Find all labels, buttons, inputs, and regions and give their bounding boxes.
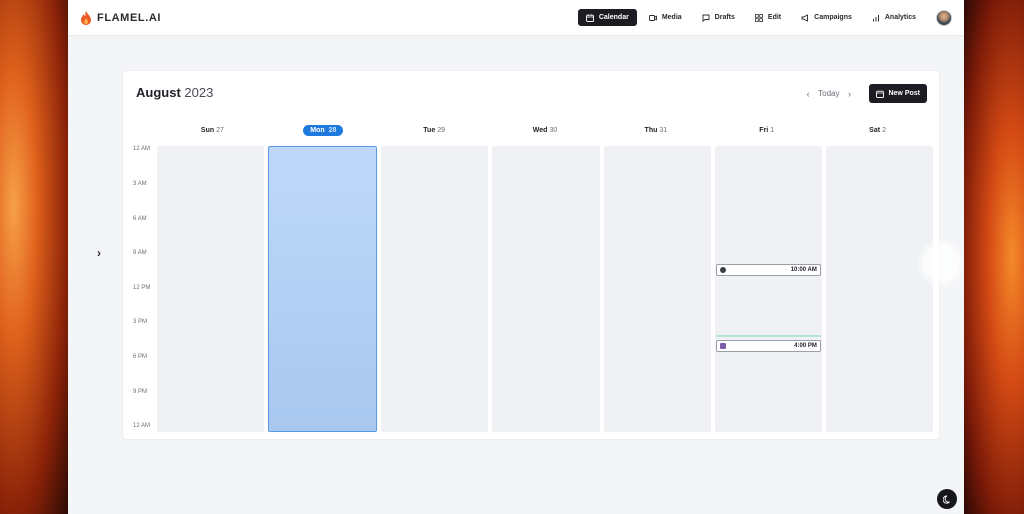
nav-calendar[interactable]: Calendar — [577, 9, 637, 26]
time-label: 12 PM — [133, 285, 151, 291]
day-name: Fri — [759, 126, 769, 134]
day-header-sun[interactable]: Sun 27 — [157, 123, 268, 137]
time-axis: 12 AM 3 AM 6 AM 9 AM 12 PM 3 PM 6 PM 9 P… — [123, 146, 157, 432]
day-date: 1 — [770, 126, 775, 134]
day-date: 2 — [882, 126, 886, 134]
top-nav: FLAMEL.AI Calendar Media Drafts Edit Cam… — [68, 0, 964, 36]
day-name: Tue — [423, 126, 436, 134]
nav-campaigns-label: Campaigns — [814, 14, 852, 21]
event-chip[interactable]: 10:00 AM — [715, 264, 821, 276]
day-name: Mon — [310, 126, 325, 134]
chevron-left-icon[interactable]: ‹ — [804, 89, 812, 99]
event-chip[interactable]: 4:00 PM — [715, 340, 821, 352]
time-label: 12 AM — [133, 146, 151, 152]
day-header-mon[interactable]: Mon 28 — [268, 123, 379, 137]
event-divider — [715, 335, 821, 337]
event-time: 10:00 AM — [790, 267, 817, 273]
month-title: August 2023 — [136, 85, 213, 100]
app-window: FLAMEL.AI Calendar Media Drafts Edit Cam… — [68, 0, 964, 514]
time-label: 6 PM — [133, 354, 148, 360]
calendar-icon — [585, 13, 594, 22]
day-column-tue[interactable] — [381, 146, 489, 432]
time-label: 9 AM — [133, 250, 147, 256]
nav-drafts[interactable]: Drafts — [694, 9, 743, 26]
time-label: 6 AM — [133, 216, 147, 222]
day-column-mon[interactable] — [268, 146, 378, 432]
day-header-tue[interactable]: Tue 29 — [379, 123, 490, 137]
avatar[interactable] — [936, 9, 952, 26]
day-name: Sun — [200, 126, 215, 134]
day-name: Thu — [644, 126, 658, 134]
time-label: 9 PM — [133, 389, 148, 395]
month-name: August — [136, 85, 181, 100]
nav-media-label: Media — [661, 14, 682, 21]
moon-icon — [942, 495, 950, 504]
new-post-label: New Post — [888, 90, 920, 97]
nav-edit-label: Edit — [767, 14, 782, 21]
day-name: Wed — [532, 126, 548, 134]
media-icon — [648, 14, 657, 21]
nav-calendar-label: Calendar — [598, 14, 629, 21]
nav-campaigns[interactable]: Campaigns — [793, 9, 860, 26]
calendar-plus-icon — [876, 90, 885, 98]
bar-chart-icon — [872, 14, 879, 21]
day-column-fri[interactable]: 10:00 AM 4:00 PM — [714, 146, 822, 432]
calendar-header: August 2023 ‹ Today › New Post — [123, 71, 939, 117]
day-column-thu[interactable] — [603, 146, 711, 432]
day-header-fri[interactable]: Fri 1 — [711, 123, 822, 137]
nav-media[interactable]: Media — [641, 9, 690, 26]
nav-analytics[interactable]: Analytics — [864, 9, 924, 26]
main-nav: Calendar Media Drafts Edit Campaigns Ana… — [577, 9, 924, 26]
day-column-sun[interactable] — [157, 146, 265, 432]
flame-icon — [81, 10, 91, 25]
wallpaper-left — [0, 0, 68, 514]
day-column-wed[interactable] — [492, 146, 600, 432]
brand[interactable]: FLAMEL.AI — [80, 10, 162, 25]
nav-drafts-label: Drafts — [714, 14, 735, 21]
week-grid: 10:00 AM 4:00 PM — [157, 146, 933, 432]
day-date: 27 — [216, 126, 224, 134]
theme-toggle-button[interactable] — [937, 489, 957, 509]
today-button[interactable]: Today — [818, 89, 839, 98]
nav-analytics-label: Analytics — [884, 14, 916, 21]
selected-day-pill: Mon 28 — [303, 124, 344, 136]
day-header-sat[interactable]: Sat 2 — [822, 123, 933, 137]
day-header-wed[interactable]: Wed 30 — [490, 123, 601, 137]
post-status-icon — [719, 267, 726, 273]
day-date: 31 — [659, 126, 668, 134]
megaphone-icon — [801, 13, 809, 22]
chevron-right-icon[interactable]: › — [94, 246, 104, 260]
day-name: Sat — [869, 126, 881, 134]
header-controls: ‹ Today › New Post — [804, 84, 927, 103]
day-date: 28 — [328, 126, 337, 134]
day-date: 30 — [549, 126, 558, 134]
brand-name: FLAMEL.AI — [97, 11, 162, 24]
nav-edit[interactable]: Edit — [747, 9, 789, 26]
cursor-highlight — [922, 244, 960, 282]
day-header-thu[interactable]: Thu 31 — [600, 123, 711, 137]
new-post-button[interactable]: New Post — [869, 84, 927, 103]
day-column-sat[interactable] — [825, 146, 933, 432]
day-date: 29 — [437, 126, 446, 134]
edit-icon — [755, 13, 763, 22]
chevron-right-icon[interactable]: › — [845, 89, 853, 99]
time-label: 3 PM — [133, 319, 148, 325]
post-type-icon — [719, 343, 726, 349]
drafts-icon — [702, 14, 710, 22]
year: 2023 — [184, 85, 214, 100]
calendar-card: August 2023 ‹ Today › New Post Sun 27 Mo… — [122, 70, 940, 440]
time-label: 3 AM — [133, 181, 147, 187]
wallpaper-right — [964, 0, 1024, 514]
weekday-header: Sun 27 Mon 28 Tue 29 Wed 30 Thu 31 Fri 1… — [157, 123, 933, 137]
time-label: 12 AM — [133, 423, 151, 429]
event-time: 4:00 PM — [794, 343, 817, 349]
